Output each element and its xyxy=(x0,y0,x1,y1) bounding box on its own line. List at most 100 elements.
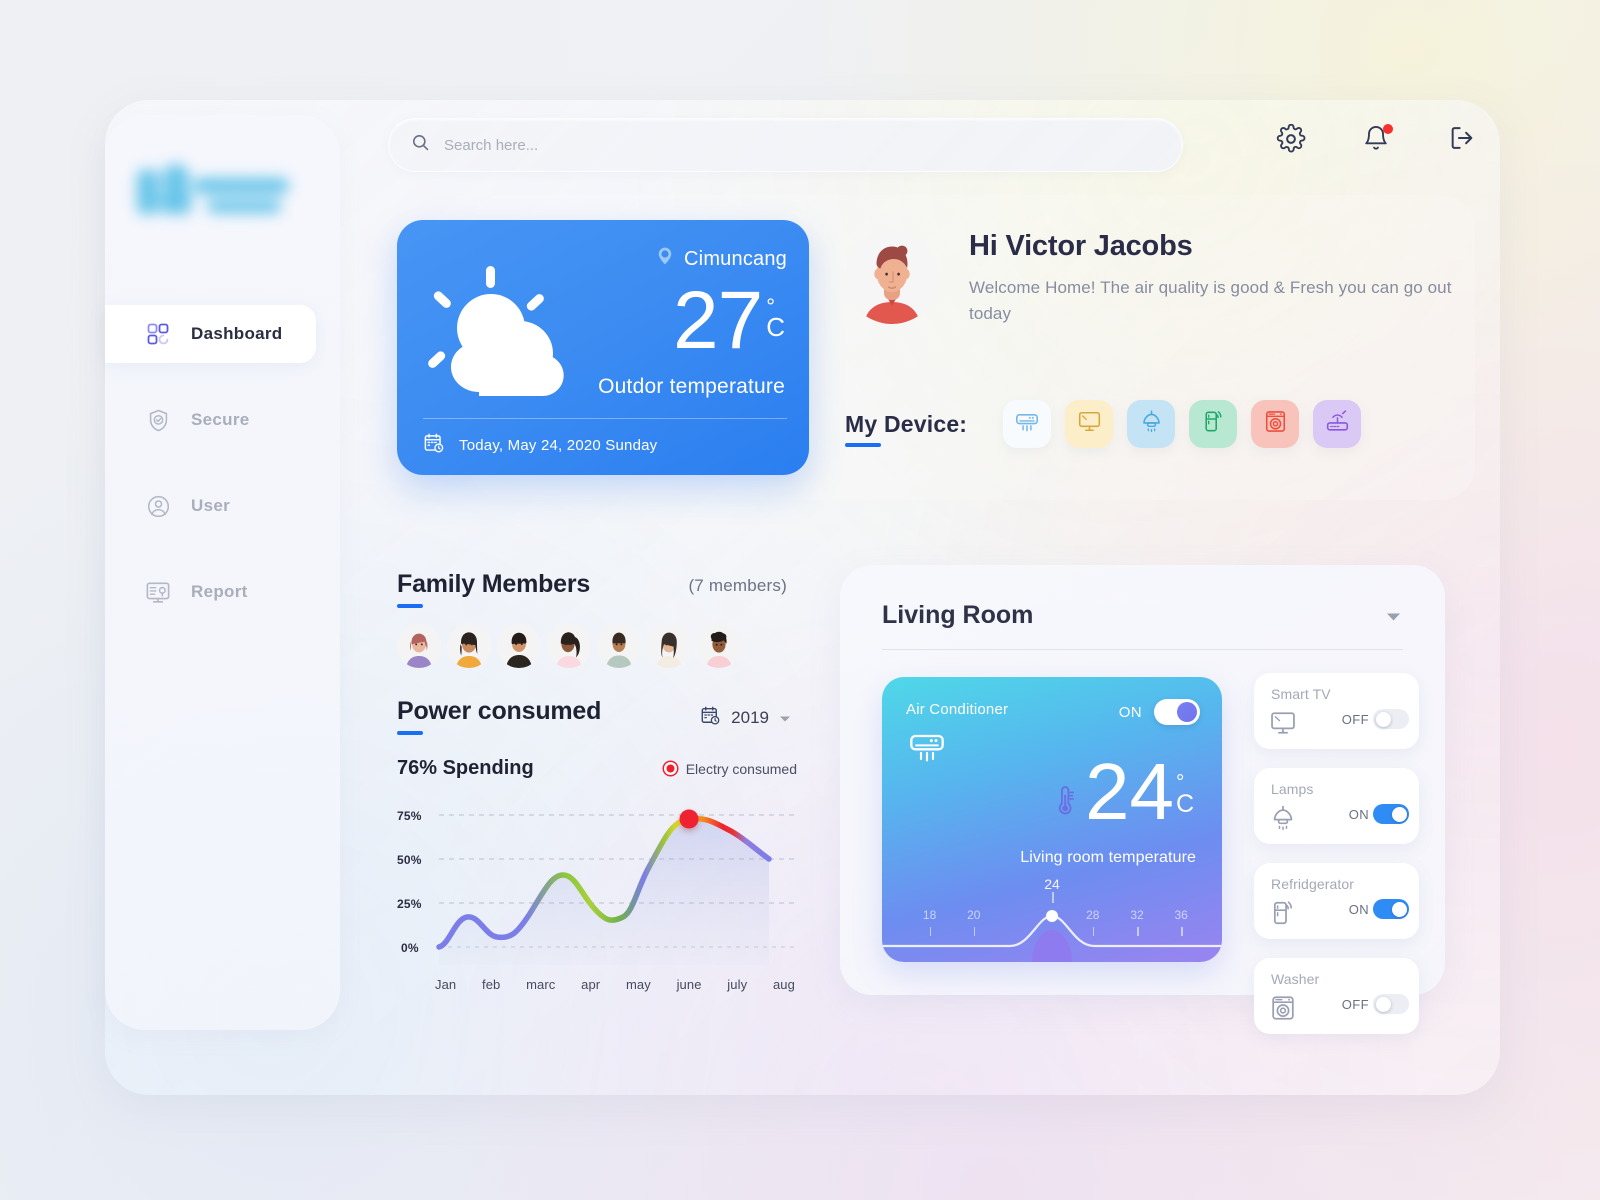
air-conditioner-icon xyxy=(1014,409,1040,440)
lamp-icon xyxy=(1139,409,1164,439)
sidebar-item-user[interactable]: User xyxy=(105,477,340,535)
x-tick-label: marc xyxy=(526,977,556,992)
spending-label: 76% Spending xyxy=(397,757,534,779)
chart-x-labels: Jan feb marc apr may june july aug xyxy=(435,977,795,992)
lamp-icon xyxy=(1269,804,1297,837)
x-tick-label: may xyxy=(625,977,651,992)
living-room-title: Living Room xyxy=(882,601,1034,629)
app-logo xyxy=(133,160,313,230)
family-avatar[interactable] xyxy=(647,624,691,668)
device-tile-tv[interactable] xyxy=(1065,400,1114,448)
device-card-smart-tv[interactable]: Smart TV OFF xyxy=(1254,673,1419,749)
family-members-count: (7 members) xyxy=(688,576,787,595)
power-chart: 75% 50% 25% 0% Jan feb marc apr may june… xyxy=(397,797,797,997)
device-toggle[interactable] xyxy=(1373,709,1409,729)
sidebar-item-dashboard[interactable]: Dashboard xyxy=(105,305,316,363)
air-conditioner-icon xyxy=(906,727,948,772)
ac-caption: Living room temperature xyxy=(1020,849,1196,866)
device-card-refridgerator[interactable]: Refridgerator ON xyxy=(1254,863,1419,939)
thermometer-icon xyxy=(1050,785,1076,824)
family-avatar[interactable] xyxy=(447,624,491,668)
refrigerator-icon xyxy=(1269,899,1297,932)
device-state-label: ON xyxy=(1348,902,1369,917)
sidebar-item-report[interactable]: Report xyxy=(105,563,340,621)
ac-power-toggle[interactable] xyxy=(1154,699,1200,725)
ac-temperature-unit: C xyxy=(1175,790,1194,818)
grid-icon xyxy=(145,321,171,347)
device-card-lamps[interactable]: Lamps ON xyxy=(1254,768,1419,844)
sidebar: Dashboard Secure User Report xyxy=(105,115,340,1030)
device-name: Smart TV xyxy=(1271,686,1331,702)
ac-temperature-slider[interactable]: 24 18 20 28 32 36 xyxy=(882,872,1222,962)
legend-label: Electry consumed xyxy=(685,760,797,777)
gear-icon[interactable] xyxy=(1276,123,1306,154)
greeting-message: Welcome Home! The air quality is good & … xyxy=(969,278,1452,323)
year-selector[interactable]: 2019 xyxy=(700,705,791,731)
living-room-panel: Living Room Air Conditioner ON 24 ° C Li… xyxy=(840,565,1445,1034)
family-members-section: Family Members (7 members) xyxy=(397,570,797,668)
device-name: Lamps xyxy=(1271,781,1314,797)
tv-icon xyxy=(1269,709,1297,742)
logout-icon[interactable] xyxy=(1448,124,1478,154)
sidebar-item-secure[interactable]: Secure xyxy=(105,391,340,449)
chevron-down-icon[interactable] xyxy=(1386,609,1401,627)
ac-name: Air Conditioner xyxy=(906,701,1009,718)
device-tile-washer[interactable] xyxy=(1251,400,1300,448)
sidebar-item-label: Dashboard xyxy=(191,324,283,343)
my-device-section: My Device: xyxy=(845,400,1362,448)
power-consumed-section: Power consumed 2019 76% Spending Electry… xyxy=(397,697,797,992)
refrigerator-icon xyxy=(1201,409,1226,439)
device-tile-router[interactable] xyxy=(1313,400,1362,448)
my-device-list xyxy=(1003,400,1362,448)
family-avatar[interactable] xyxy=(547,624,591,668)
family-avatar[interactable] xyxy=(397,624,441,668)
sidebar-nav: Dashboard Secure User Report xyxy=(105,305,340,649)
device-name: Refridgerator xyxy=(1271,876,1355,892)
device-toggle[interactable] xyxy=(1373,899,1409,919)
device-tile-air-conditioner[interactable] xyxy=(1003,400,1052,448)
device-state-label: ON xyxy=(1348,807,1369,822)
ac-state-label: ON xyxy=(1118,703,1142,721)
chart-legend: Electry consumed xyxy=(663,760,797,777)
x-tick-label: apr xyxy=(581,977,601,992)
ac-toggle-row: ON xyxy=(1119,699,1200,725)
x-tick-label: july xyxy=(727,977,748,992)
calendar-clock-icon xyxy=(700,705,721,731)
search-bar[interactable] xyxy=(388,118,1183,172)
user-circle-icon xyxy=(145,493,171,519)
x-tick-label: feb xyxy=(482,977,501,992)
family-avatar[interactable] xyxy=(597,624,641,668)
location-pin-icon xyxy=(655,246,675,272)
year-value: 2019 xyxy=(731,708,769,727)
ac-temperature-value: 24 xyxy=(1084,747,1174,836)
notification-badge xyxy=(1383,124,1393,134)
device-toggle[interactable] xyxy=(1373,804,1409,824)
device-toggle[interactable] xyxy=(1373,994,1409,1014)
sun-cloud-icon xyxy=(423,262,591,417)
location-label: Cimuncang xyxy=(684,247,787,270)
living-room-device-list: Smart TV OFF Lamps ON Refridgerator ON W… xyxy=(1254,673,1419,1053)
family-members-title: Family Members xyxy=(397,570,591,608)
sidebar-item-label: User xyxy=(191,496,231,515)
bell-icon[interactable] xyxy=(1362,124,1393,154)
weather-card: Cimuncang 27 ° C Outdor temperature Toda… xyxy=(397,220,809,475)
device-tile-lamp[interactable] xyxy=(1127,400,1176,448)
divider xyxy=(423,418,787,419)
washer-icon xyxy=(1269,994,1297,1027)
weather-date-label: Today, May 24, 2020 Sunday xyxy=(459,436,658,454)
weather-temperature: 27 ° C xyxy=(673,280,785,362)
app-frame: Dashboard Secure User Report Search here… xyxy=(105,100,1500,1095)
family-avatar[interactable] xyxy=(697,624,741,668)
device-card-washer[interactable]: Washer OFF xyxy=(1254,958,1419,1034)
weather-caption: Outdor temperature xyxy=(598,375,785,398)
spending-row: 76% Spending Electry consumed xyxy=(397,757,797,780)
greeting-title: Hi Victor Jacobs xyxy=(969,230,1193,262)
family-avatar-list xyxy=(397,624,741,668)
search-input[interactable] xyxy=(444,136,1044,154)
device-tile-refrigerator[interactable] xyxy=(1189,400,1238,448)
washer-icon xyxy=(1263,409,1288,439)
family-avatar[interactable] xyxy=(497,624,541,668)
chart-svg xyxy=(436,809,797,965)
greeting-block: Hi Victor Jacobs Welcome Home! The air q… xyxy=(845,230,1465,326)
report-monitor-icon xyxy=(145,579,171,605)
